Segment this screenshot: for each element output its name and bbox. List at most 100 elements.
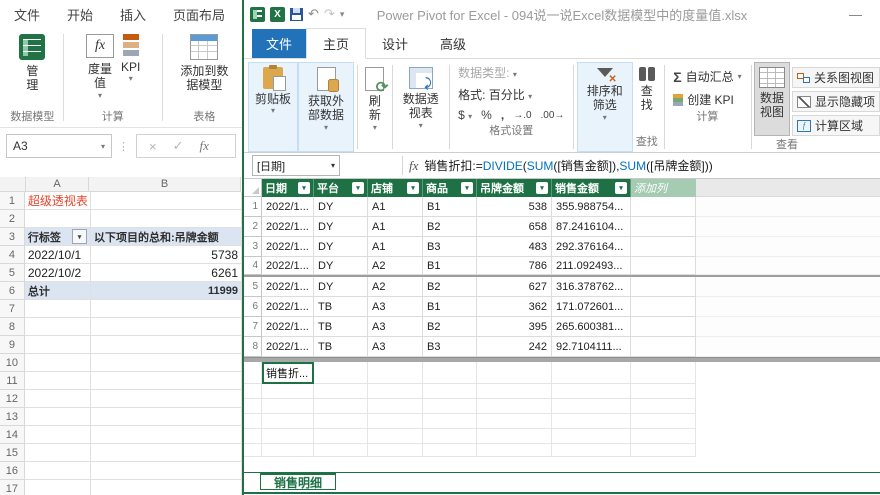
cell-date[interactable]: 2022/1...	[262, 237, 314, 257]
cell-A6[interactable]: 总计	[24, 282, 91, 300]
row-number[interactable]: 3	[0, 228, 25, 246]
cell-add-column[interactable]	[631, 317, 696, 337]
qat-customize-icon[interactable]: ▾	[340, 9, 345, 20]
row-number[interactable]: 7	[244, 317, 262, 337]
column-header-store[interactable]: 店铺 ▾	[368, 179, 423, 197]
calc-cell[interactable]	[244, 399, 262, 414]
cell-tag-amount[interactable]: 786	[477, 257, 552, 275]
cell-B14[interactable]	[90, 426, 242, 444]
cell-B11[interactable]	[90, 372, 242, 390]
cell-B15[interactable]	[90, 444, 242, 462]
cell-A4[interactable]: 2022/10/1	[24, 246, 91, 264]
calc-cell[interactable]	[477, 384, 552, 399]
cell-A7[interactable]	[24, 300, 91, 318]
cell-product[interactable]: B1	[423, 197, 477, 217]
row-number[interactable]: 6	[244, 297, 262, 317]
cell-B7[interactable]	[90, 300, 242, 318]
filter-icon[interactable]: ▾	[615, 182, 627, 194]
calc-cell[interactable]	[244, 444, 262, 457]
calc-cell[interactable]	[477, 399, 552, 414]
enter-icon[interactable]: ✓	[173, 138, 184, 154]
cell-platform[interactable]: DY	[314, 257, 368, 275]
calc-cell[interactable]	[631, 399, 696, 414]
cell-date[interactable]: 2022/1...	[262, 217, 314, 237]
calc-cell[interactable]	[552, 399, 631, 414]
cell-tag-amount[interactable]: 395	[477, 317, 552, 337]
cell-product[interactable]: B2	[423, 277, 477, 297]
decrease-decimal-button[interactable]: .00→	[541, 110, 565, 121]
row-number[interactable]: 8	[244, 337, 262, 357]
calc-cell[interactable]	[631, 384, 696, 399]
calc-cell[interactable]	[423, 414, 477, 429]
calculation-area-button[interactable]: f 计算区域	[792, 115, 880, 136]
currency-button[interactable]: $ ▾	[458, 108, 472, 122]
cell-store[interactable]: A2	[368, 277, 423, 297]
column-header-tag-amount[interactable]: 吊牌金额 ▾	[477, 179, 552, 197]
excel-tab-pagelayout[interactable]: 页面布局	[173, 5, 225, 24]
cell-B13[interactable]	[90, 408, 242, 426]
calc-cell[interactable]	[423, 362, 477, 384]
calc-cell[interactable]	[314, 399, 368, 414]
select-all-corner[interactable]	[0, 177, 26, 192]
row-number[interactable]: 17	[0, 480, 25, 495]
pivot-filter-icon[interactable]: ▾	[71, 229, 87, 244]
cell-platform[interactable]: DY	[314, 217, 368, 237]
cell-store[interactable]: A3	[368, 337, 423, 357]
calc-cell[interactable]	[631, 414, 696, 429]
cell-A13[interactable]	[24, 408, 91, 426]
cell-platform[interactable]: TB	[314, 317, 368, 337]
filter-icon[interactable]: ▾	[407, 182, 419, 194]
row-number[interactable]: 7	[0, 300, 25, 318]
calc-cell[interactable]	[314, 384, 368, 399]
cell-add-column[interactable]	[631, 257, 696, 275]
cell-date[interactable]: 2022/1...	[262, 257, 314, 275]
calc-cell[interactable]	[244, 384, 262, 399]
calc-cell[interactable]	[477, 444, 552, 457]
cell-A16[interactable]	[24, 462, 91, 480]
create-kpi-button[interactable]: 创建 KPI	[673, 91, 741, 108]
cell-reference-dropdown[interactable]: [日期] ▾	[252, 155, 340, 176]
calc-cell[interactable]	[552, 429, 631, 444]
calc-cell[interactable]	[262, 399, 314, 414]
cell-A11[interactable]	[24, 372, 91, 390]
cell-B16[interactable]	[90, 462, 242, 480]
cell-sales-amount[interactable]: 316.378762...	[552, 277, 631, 297]
pivot-table-button[interactable]: 数据透视表 ▾	[396, 62, 446, 152]
calc-cell[interactable]	[477, 362, 552, 384]
get-external-data-button[interactable]: 获取外部数据 ▾	[298, 62, 354, 152]
data-type-dropdown[interactable]: 数据类型: ▾	[458, 64, 564, 81]
cell-store[interactable]: A3	[368, 297, 423, 317]
cell-store[interactable]: A1	[368, 237, 423, 257]
calc-cell[interactable]	[314, 444, 368, 457]
cell-date[interactable]: 2022/1...	[262, 337, 314, 357]
cell-A1[interactable]: 超级透视表	[24, 192, 91, 210]
calc-cell[interactable]	[314, 414, 368, 429]
filter-icon[interactable]: ▾	[298, 182, 310, 194]
calc-cell[interactable]	[423, 384, 477, 399]
calculation-area[interactable]: 销售折...	[244, 362, 880, 472]
row-number[interactable]: 10	[0, 354, 25, 372]
sort-filter-button[interactable]: 排序和筛选 ▾	[576, 62, 633, 152]
calc-cell[interactable]	[244, 429, 262, 444]
dax-formula-input[interactable]: 销售折扣:=DIVIDE(SUM([销售金额]),SUM([吊牌金额]))	[424, 157, 712, 175]
calc-cell[interactable]	[368, 399, 423, 414]
cell-A15[interactable]	[24, 444, 91, 462]
row-number[interactable]: 15	[0, 444, 25, 462]
cell-add-column[interactable]	[631, 197, 696, 217]
thousands-button[interactable]: ,	[501, 108, 504, 122]
pp-tab-file[interactable]: 文件	[252, 29, 307, 58]
row-number[interactable]: 11	[0, 372, 25, 390]
calc-cell[interactable]	[552, 414, 631, 429]
cell-sales-amount[interactable]: 355.988754...	[552, 197, 631, 217]
cell-sales-amount[interactable]: 87.2416104...	[552, 217, 631, 237]
calc-cell[interactable]	[423, 429, 477, 444]
show-hidden-button[interactable]: 显示隐藏项	[792, 91, 880, 112]
kpi-button[interactable]: KPI ▾	[121, 34, 140, 83]
minimize-button[interactable]: —	[841, 7, 870, 22]
calc-cell[interactable]	[262, 384, 314, 399]
excel-formula-input[interactable]: × ✓ fx	[136, 134, 236, 158]
cell-add-column[interactable]	[631, 297, 696, 317]
column-header-sales-amount[interactable]: 销售金额 ▾	[552, 179, 631, 197]
excel-switch-icon[interactable]: X	[270, 6, 285, 22]
cell-B10[interactable]	[90, 354, 242, 372]
